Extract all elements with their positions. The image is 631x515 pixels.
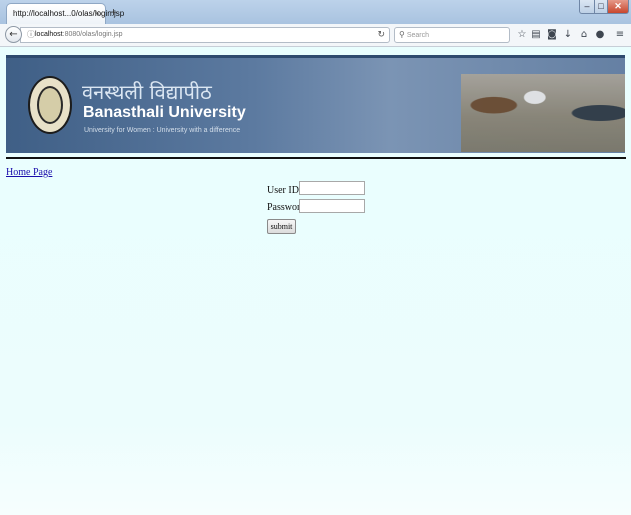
user-id-field[interactable]	[299, 181, 365, 195]
close-window-icon[interactable]: ✕	[607, 0, 629, 14]
reading-list-icon[interactable]: ▤	[529, 28, 543, 42]
university-name: Banasthali University	[83, 104, 246, 121]
reload-icon[interactable]: ↻	[377, 28, 385, 42]
url-host: localhost	[35, 31, 63, 38]
url-bar[interactable]: ⓘ localhost:8080/olas/login.jsp ↻	[20, 27, 390, 43]
home-icon[interactable]: ⌂	[577, 28, 591, 42]
page-content: वनस्थली विद्यापीठ Banasthali University …	[0, 47, 631, 515]
tab-close-icon[interactable]: ×	[95, 8, 100, 18]
tab-strip: http://localhost...0/olas/login.jsp × + …	[0, 0, 631, 24]
url-text: localhost:8080/olas/login.jsp	[35, 28, 123, 42]
search-input[interactable]: ⚲ Search	[394, 27, 510, 43]
back-arrow-icon[interactable]: ←	[5, 26, 22, 43]
pocket-icon[interactable]: ◙	[545, 28, 559, 42]
download-icon[interactable]: ↓	[561, 28, 575, 42]
menu-icon[interactable]: ≡	[613, 28, 627, 42]
submit-button[interactable]: submit	[267, 219, 296, 234]
university-banner: वनस्थली विद्यापीठ Banasthali University …	[6, 55, 625, 153]
new-tab-icon[interactable]: +	[110, 5, 117, 19]
bookmark-star-icon[interactable]: ☆	[515, 28, 529, 42]
user-id-label: User ID:	[267, 185, 302, 196]
tab-title: http://localhost...0/olas/login.jsp	[13, 9, 125, 18]
minimize-window-icon[interactable]: –	[579, 0, 595, 14]
search-icon: ⚲	[399, 30, 405, 39]
university-tagline: University for Women : University with a…	[84, 127, 241, 134]
password-field[interactable]	[299, 199, 365, 213]
hindi-university-name: वनस्थली विद्यापीठ	[82, 80, 212, 104]
divider	[6, 157, 626, 159]
search-placeholder: Search	[406, 32, 429, 39]
navigation-toolbar: ⓘ localhost:8080/olas/login.jsp ↻ ← ⚲ Se…	[0, 24, 631, 47]
chat-icon[interactable]: ●	[593, 28, 607, 42]
maximize-window-icon[interactable]: □	[594, 0, 608, 14]
campus-photo	[461, 74, 625, 152]
site-info-icon[interactable]: ⓘ	[27, 28, 35, 42]
browser-tab[interactable]: http://localhost...0/olas/login.jsp ×	[6, 3, 124, 24]
url-path: :8080/olas/login.jsp	[62, 31, 123, 38]
home-page-link[interactable]: Home Page	[6, 167, 52, 178]
university-seal-logo	[28, 76, 72, 134]
